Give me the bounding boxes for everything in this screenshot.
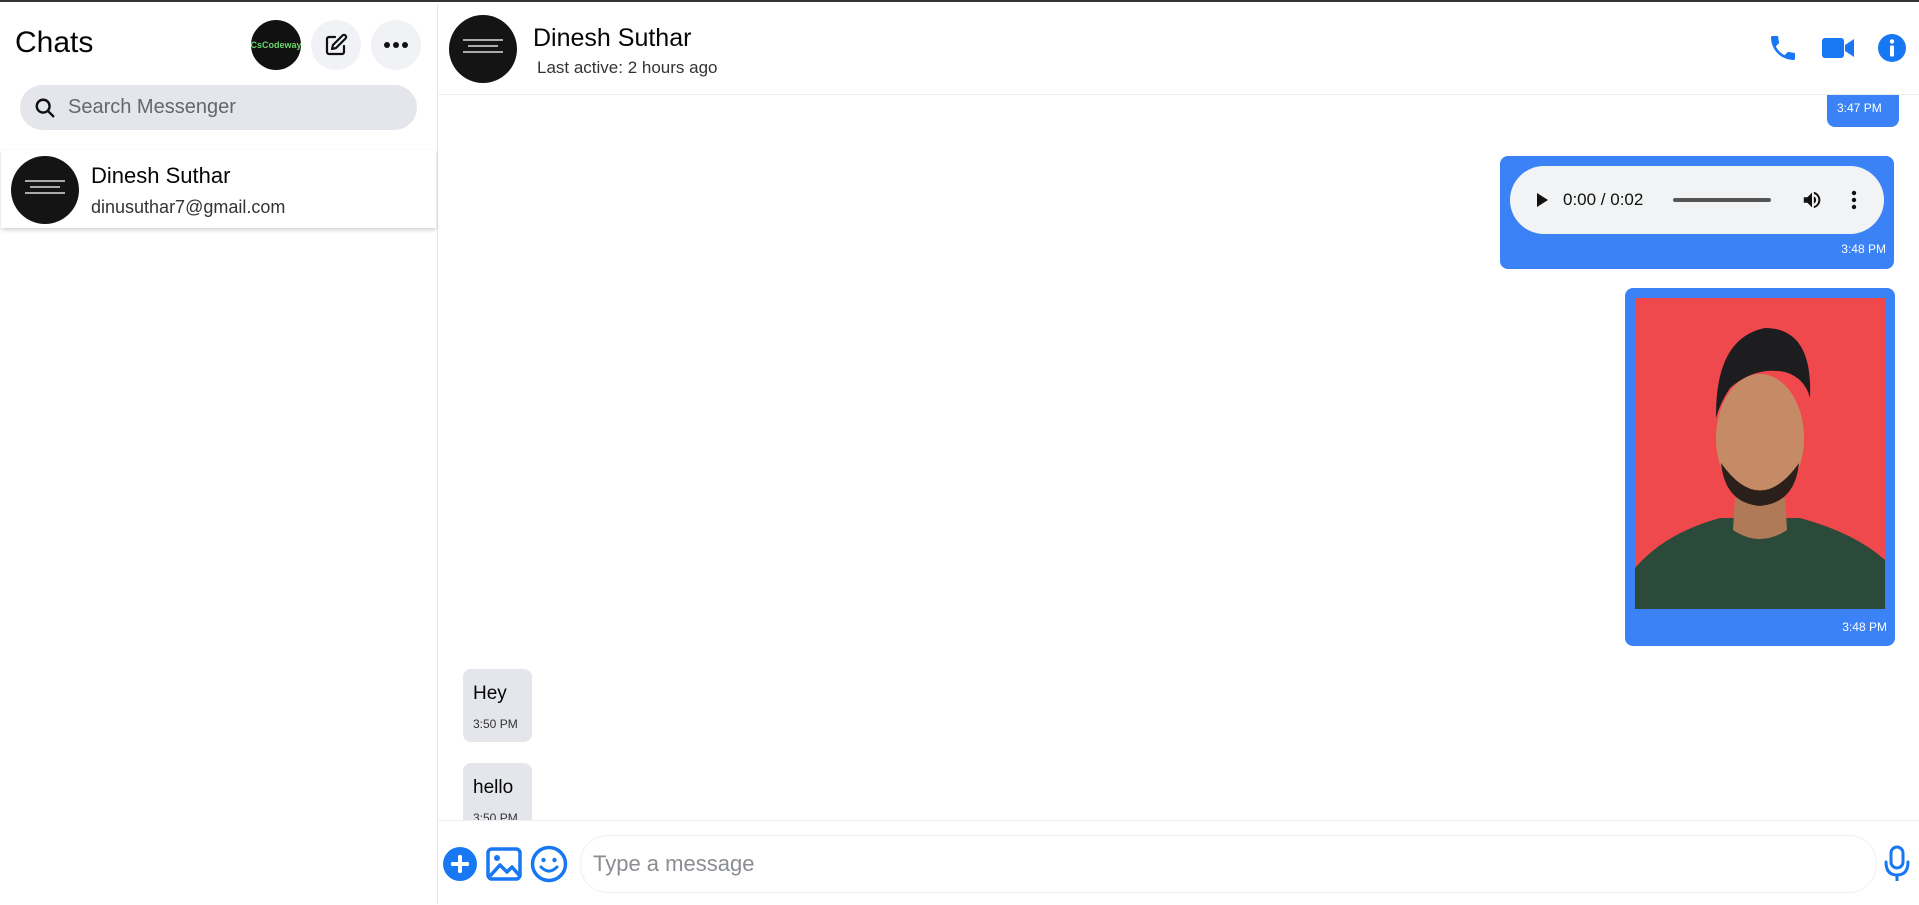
message-time: 3:47 PM (1837, 101, 1882, 115)
search-icon (35, 98, 55, 117)
message-bubble-outgoing: 3:47 PM (1827, 95, 1899, 127)
play-icon[interactable] (1534, 192, 1550, 208)
conversation-avatar[interactable] (449, 15, 517, 83)
message-input-container[interactable] (580, 835, 1877, 893)
message-composer (438, 820, 1919, 905)
last-active-status: Last active: 2 hours ago (537, 58, 718, 77)
phone-icon[interactable] (1767, 32, 1799, 64)
conversation-header: Dinesh Suthar Last active: 2 hours ago (438, 4, 1919, 95)
mic-icon[interactable] (1883, 845, 1911, 883)
my-avatar-logo-text: CsCodeway (250, 40, 302, 50)
message-bubble-audio: 0:00 / 0:02 3:48 PM (1500, 156, 1894, 269)
sidebar-actions: CsCodeway (250, 20, 421, 70)
message-text: hello (473, 777, 514, 798)
sidebar-title: Chats (15, 26, 94, 59)
conversation-pane: Dinesh Suthar Last active: 2 hours ago 3… (438, 4, 1919, 905)
my-avatar[interactable]: CsCodeway (250, 20, 302, 70)
message-time: 3:48 PM (1841, 242, 1886, 256)
chat-list-sidebar: Chats CsCodeway Dinesh Suthar dinusuthar… (0, 4, 438, 904)
shared-photo[interactable] (1635, 298, 1885, 609)
composer-tools (442, 845, 568, 883)
contact-name: Dinesh Suthar (91, 163, 231, 188)
audio-time-display: 0:00 / 0:02 (1563, 190, 1644, 209)
video-icon[interactable] (1821, 35, 1855, 61)
call-actions (1767, 32, 1907, 64)
message-time: 3:50 PM (473, 811, 518, 820)
contact-email: dinusuthar7@gmail.com (91, 197, 286, 217)
message-time: 3:48 PM (1842, 620, 1887, 634)
message-bubble-incoming: hello 3:50 PM (463, 763, 532, 820)
message-thread[interactable]: 3:47 PM 0:00 / 0:02 3:48 PM 3:48 PM Hey … (438, 95, 1919, 820)
message-time: 3:50 PM (473, 717, 518, 731)
more-icon (384, 42, 408, 48)
new-message-button[interactable] (311, 20, 361, 70)
emoji-icon[interactable] (530, 845, 568, 883)
contact-avatar (11, 156, 79, 224)
add-icon[interactable] (442, 846, 478, 882)
audio-player[interactable]: 0:00 / 0:02 (1510, 166, 1884, 234)
kebab-icon[interactable] (1851, 190, 1857, 210)
contact-list-item[interactable]: Dinesh Suthar dinusuthar7@gmail.com (1, 150, 436, 228)
more-options-button[interactable] (371, 20, 421, 70)
person-portrait-image (1635, 298, 1885, 609)
message-input[interactable] (591, 850, 1795, 878)
message-bubble-incoming: Hey 3:50 PM (463, 669, 532, 742)
search-input[interactable] (66, 95, 400, 120)
info-icon[interactable] (1877, 33, 1907, 63)
audio-progress-track[interactable] (1673, 198, 1772, 202)
message-bubble-image: 3:48 PM (1625, 288, 1895, 646)
search-bar[interactable] (20, 85, 417, 130)
compose-icon (325, 33, 348, 56)
message-text: Hey (473, 683, 507, 704)
volume-icon[interactable] (1801, 189, 1823, 211)
image-icon[interactable] (486, 846, 522, 882)
conversation-name: Dinesh Suthar (533, 24, 692, 52)
